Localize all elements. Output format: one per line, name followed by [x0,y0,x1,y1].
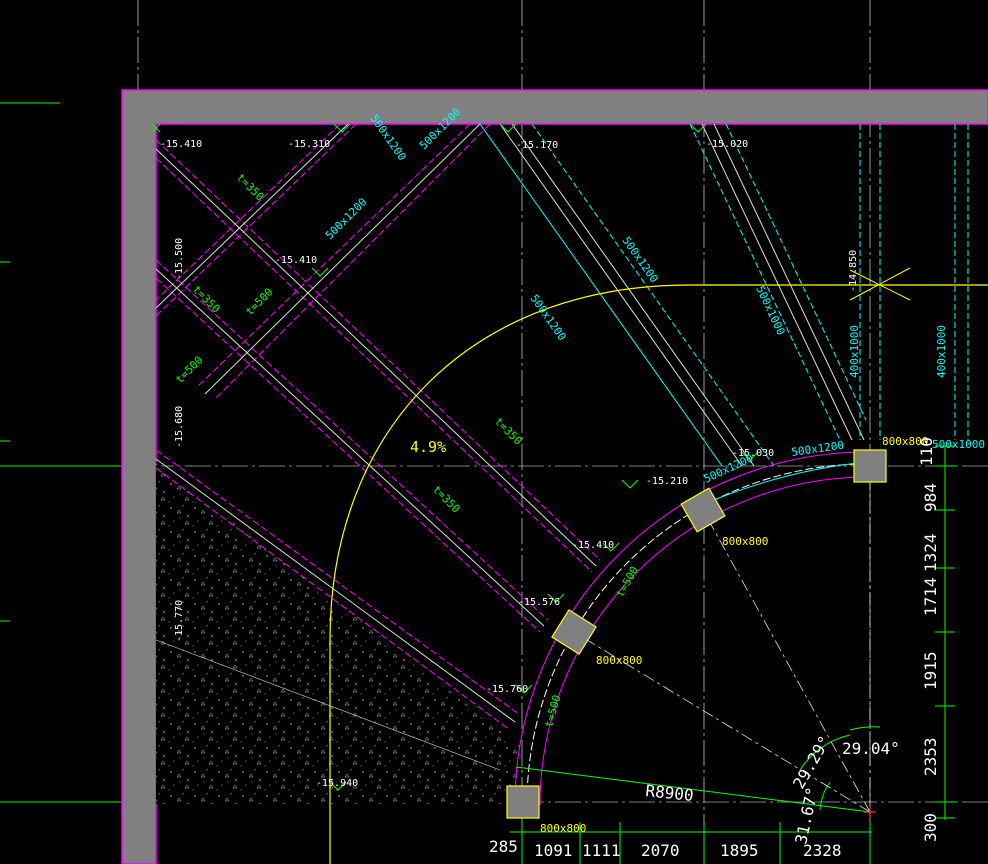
elevation-label: -14.850 [848,250,859,292]
slab-thickness-label: t=500 [613,564,641,599]
beam-size-label: 500x1200 [528,292,569,343]
angle-label: 31.67° [791,785,822,845]
column-4 [506,785,540,819]
elevation-label: -15.940 [316,778,358,789]
slab-thickness-label: t=500 [542,693,563,728]
dimension-label: 300 [921,813,940,842]
dimension-label: 1091 [534,841,573,860]
column-size-label: 800x800 [540,822,586,835]
dimension-label: 1111 [582,841,621,860]
angle-label: 29.04° [842,739,900,758]
column-2 [680,487,726,533]
elevation-label: -15.210 [646,476,688,487]
columns [506,449,887,819]
elevation-label: -15.770 [174,600,185,642]
slab-thickness-label: t=500 [173,354,206,387]
elevation-label: -15.170 [516,140,558,151]
center-mark [864,806,876,818]
elevation-label: -15.680 [174,406,185,448]
dimension-label: 984 [921,483,940,512]
elevation-label: -15.500 [174,238,185,280]
cad-drawing: -15.410 -15.310 -15.170 -15.020 -15.410 … [0,0,988,864]
elevation-label: -15.020 [706,139,748,150]
beam-size-label: 400x1000 [848,325,861,378]
slab-thickness-label: t=350 [430,483,463,516]
radius-label: R8900 [645,781,695,805]
slab-thickness-label: t=350 [234,171,267,204]
elevation-label: -15.310 [288,139,330,150]
dimension-label: 2353 [921,737,940,776]
dimension-label: 2070 [641,841,680,860]
dimension-label: 1915 [921,651,940,690]
elevation-label: -15.410 [572,540,614,551]
concrete-hatch [156,462,520,804]
slab-thickness-label: t=350 [492,415,525,448]
dimension-labels-right: 110 984 1324 1714 1915 2353 300 [917,437,940,842]
slab-thickness-label: t=350 [190,283,223,316]
beam-size-label: 500x1000 [932,438,985,451]
dimension-label: 1895 [720,841,759,860]
column-size-label: 800x800 [722,535,768,548]
dimension-label: 1714 [921,577,940,616]
column-size-label: 800x800 [596,654,642,667]
slab-thickness-label: t=500 [243,286,276,319]
beam-size-label: 500x1200 [791,439,845,459]
beam-size-label: 500x1200 [620,234,661,285]
left-ticks [0,102,120,803]
elevation-label: -15.576 [518,597,560,608]
beam-size-label: 500x1200 [323,195,370,242]
dimension-label: 110 [917,437,936,466]
column-1 [853,449,887,483]
elevation-label: -15.410 [275,255,317,266]
slope-label: 4.9% [410,438,446,456]
column-3 [551,609,597,655]
cyan-diagonal-beams [479,123,969,467]
dimension-label: 2328 [803,841,842,860]
elevation-label: -15.410 [160,139,202,150]
dimension-labels-bottom: 285 1091 1111 2070 1895 2328 [489,837,842,860]
elevation-label: -15.760 [486,684,528,695]
dimension-label: 285 [489,837,518,856]
beam-size-label: 500x1000 [753,284,787,338]
dimension-label: 1324 [921,533,940,572]
beam-size-label: 400x1000 [935,325,948,378]
angle-label: 29.29° [789,732,834,792]
